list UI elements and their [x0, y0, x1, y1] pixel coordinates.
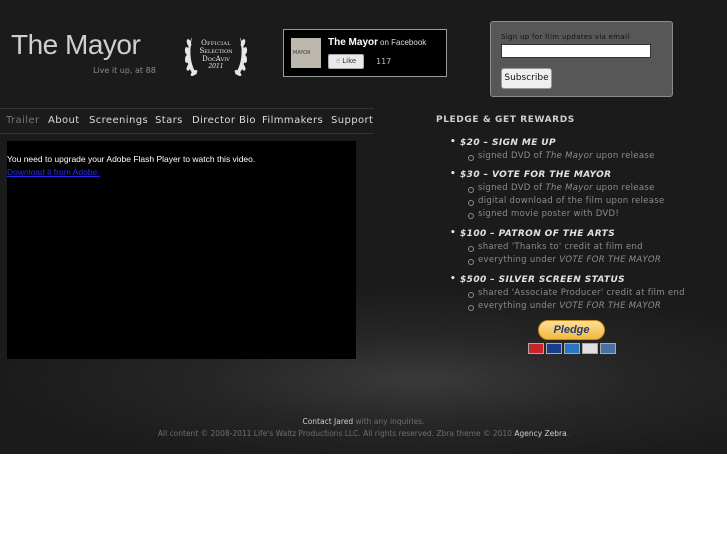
copyright-period: . — [566, 429, 570, 438]
perk-text-end: upon release — [592, 183, 655, 193]
nav-item-director-bio[interactable]: Director Bio — [192, 115, 256, 126]
download-adobe-link[interactable]: Download it from Adobe. — [7, 167, 100, 177]
perk-emphasis: The Mayor — [545, 183, 593, 193]
flash-upgrade-message: You need to upgrade your Adobe Flash Pla… — [7, 154, 256, 164]
nav-item-screenings[interactable]: Screenings — [89, 115, 148, 126]
facebook-suffix: on Facebook — [380, 38, 427, 47]
site-title[interactable]: The Mayor — [11, 29, 141, 61]
footer-copyright: All content © 2008-2011 Life's Waltz Pro… — [0, 429, 727, 438]
footer-contact: Contact Jared with any inquiries. — [0, 417, 727, 426]
perk-item: signed DVD of The Mayor upon release — [450, 151, 655, 161]
perk-item: shared 'Associate Producer' credit at fi… — [450, 288, 685, 298]
main-nav: Trailer About Screenings Stars Director … — [0, 108, 374, 134]
tier-30: $30 – VOTE FOR THE MAYOR signed DVD of T… — [450, 169, 665, 219]
perk-text-end: upon release — [592, 151, 655, 161]
perk-item: everything under VOTE FOR THE MAYOR — [450, 255, 661, 265]
thumbs-up-icon: ☝ — [335, 57, 341, 65]
like-label: Like — [342, 57, 357, 65]
perk-text: digital download of the film upon releas… — [478, 196, 665, 206]
perk-item: digital download of the film upon releas… — [450, 196, 665, 206]
laurel-line-4: 2011 — [208, 63, 224, 70]
discover-icon — [582, 343, 598, 354]
tier-heading: $500 – SILVER SCREEN STATUS — [450, 274, 685, 285]
facebook-page-name[interactable]: The Mayor — [328, 37, 378, 48]
nav-item-about[interactable]: About — [48, 115, 80, 126]
tier-heading: $100 – PATRON OF THE ARTS — [450, 228, 661, 239]
agency-link[interactable]: Agency Zebra — [514, 429, 566, 438]
payment-cards — [528, 343, 616, 354]
perk-text: everything under — [478, 255, 560, 265]
perk-item: signed movie poster with DVD! — [450, 209, 665, 219]
thumbnail-text: MAYOR — [293, 50, 311, 56]
official-selection-laurel: Official Selection DocAviv 2011 — [184, 31, 248, 79]
signup-label: Sign up for film updates via email — [501, 33, 630, 41]
tier-heading: $20 – SIGN ME UP — [450, 137, 655, 148]
nav-item-support[interactable]: Support — [331, 115, 373, 126]
visa-icon — [546, 343, 562, 354]
facebook-page-link[interactable]: The Mayor on Facebook — [328, 37, 426, 48]
tier-heading: $30 – VOTE FOR THE MAYOR — [450, 169, 665, 180]
perk-text: signed DVD of — [478, 151, 546, 161]
nav-item-stars[interactable]: Stars — [155, 115, 183, 126]
perk-text: signed DVD of — [478, 183, 546, 193]
mastercard-icon — [528, 343, 544, 354]
amex-icon — [564, 343, 580, 354]
site-tagline: Live it up, at 88 — [93, 66, 156, 75]
page-background: The Mayor Live it up, at 88 Official Sel… — [0, 0, 727, 454]
email-field[interactable] — [501, 44, 651, 58]
like-count: 117 — [376, 57, 392, 66]
perk-item: everything under VOTE FOR THE MAYOR — [450, 301, 685, 311]
video-player[interactable]: You need to upgrade your Adobe Flash Pla… — [7, 141, 356, 359]
nav-item-filmmakers[interactable]: Filmmakers — [262, 115, 323, 126]
perk-text: shared 'Thanks to' credit at film end — [478, 242, 643, 252]
laurel-line-1: Official — [201, 39, 231, 47]
contact-link[interactable]: Contact Jared — [302, 417, 353, 426]
tier-500: $500 – SILVER SCREEN STATUS shared 'Asso… — [450, 274, 685, 311]
copyright-text: All content © 2008-2011 Life's Waltz Pro… — [157, 429, 515, 438]
pledge-button[interactable]: Pledge — [538, 320, 605, 340]
facebook-like-button[interactable]: ☝ Like — [328, 54, 364, 69]
tier-20: $20 – SIGN ME UP signed DVD of The Mayor… — [450, 137, 655, 161]
pledge-heading: PLEDGE & GET REWARDS — [436, 115, 575, 125]
perk-text: everything under — [478, 301, 560, 311]
email-signup-box: Sign up for film updates via email Subsc… — [490, 21, 673, 97]
perk-emphasis: VOTE FOR THE MAYOR — [559, 255, 662, 265]
facebook-page-thumbnail[interactable]: MAYOR — [291, 38, 321, 68]
perk-emphasis: VOTE FOR THE MAYOR — [559, 301, 662, 311]
perk-text: shared 'Associate Producer' credit at fi… — [478, 288, 685, 298]
perk-text: signed movie poster with DVD! — [478, 209, 620, 219]
laurel-line-2: Selection — [199, 47, 233, 55]
laurel-line-3: DocAviv — [202, 55, 230, 63]
nav-item-trailer[interactable]: Trailer — [6, 115, 40, 126]
bank-icon — [600, 343, 616, 354]
perk-emphasis: The Mayor — [545, 151, 593, 161]
subscribe-button[interactable]: Subscribe — [501, 68, 552, 89]
tier-100: $100 – PATRON OF THE ARTS shared 'Thanks… — [450, 228, 661, 265]
perk-item: signed DVD of The Mayor upon release — [450, 183, 665, 193]
facebook-like-box: MAYOR The Mayor on Facebook ☝ Like 117 — [283, 29, 447, 77]
perk-item: shared 'Thanks to' credit at film end — [450, 242, 661, 252]
contact-text: with any inquiries. — [353, 417, 425, 426]
